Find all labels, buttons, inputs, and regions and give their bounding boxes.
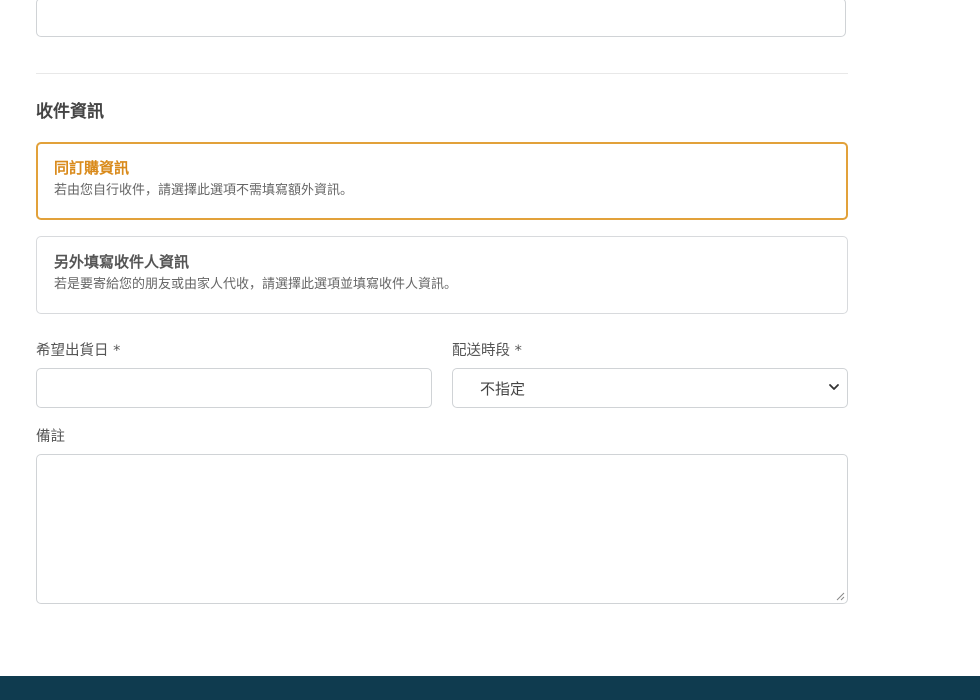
ship-date-label: 希望出貨日 * [36, 343, 121, 359]
footer-bar [0, 676, 980, 700]
option-title: 另外填寫收件人資訊 [54, 253, 190, 271]
recipient-option-same-as-order[interactable]: 同訂購資訊 若由您自行收件，請選擇此選項不需填寫額外資訊。 [36, 142, 848, 220]
resize-grip-icon[interactable] [836, 592, 845, 601]
time-slot-select[interactable]: 不指定 [452, 368, 848, 408]
option-description: 若是要寄給您的朋友或由家人代收，請選擇此選項並填寫收件人資訊。 [54, 277, 458, 292]
time-slot-selected-value: 不指定 [480, 379, 526, 398]
recipient-option-other-recipient[interactable]: 另外填寫收件人資訊 若是要寄給您的朋友或由家人代收，請選擇此選項並填寫收件人資訊… [36, 236, 848, 314]
note-label: 備註 [36, 429, 65, 445]
time-slot-label: 配送時段 * [452, 343, 522, 359]
ship-date-input[interactable] [36, 368, 432, 408]
previous-field-input[interactable] [36, 0, 846, 37]
note-textarea[interactable] [36, 454, 848, 604]
checkout-form-page: 收件資訊 同訂購資訊 若由您自行收件，請選擇此選項不需填寫額外資訊。 另外填寫收… [0, 0, 980, 700]
chevron-down-icon [829, 384, 839, 390]
option-title: 同訂購資訊 [54, 159, 130, 177]
option-description: 若由您自行收件，請選擇此選項不需填寫額外資訊。 [54, 183, 354, 198]
section-divider [36, 73, 848, 74]
section-title: 收件資訊 [36, 102, 104, 122]
